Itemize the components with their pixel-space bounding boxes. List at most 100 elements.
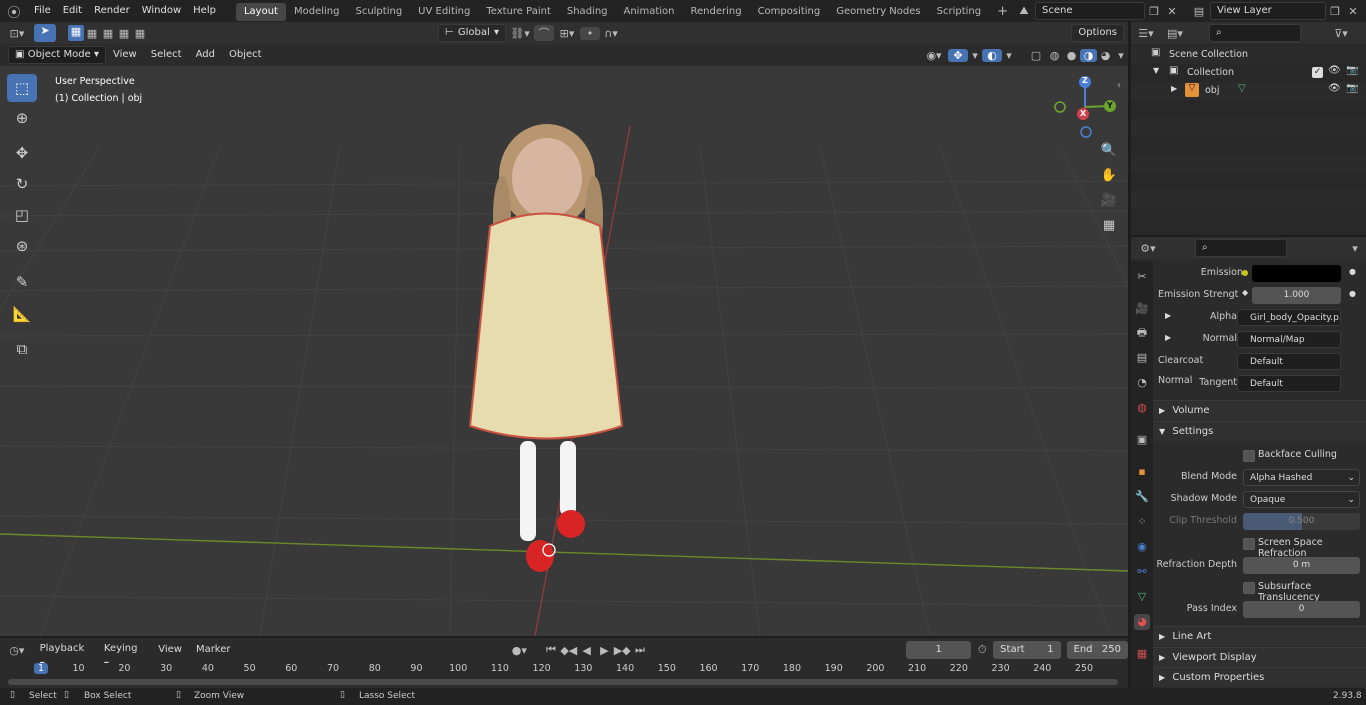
tab-layout[interactable]: Layout <box>235 2 286 21</box>
snap-icon[interactable]: ⌒ <box>534 25 554 41</box>
menu-window[interactable]: Window <box>136 0 187 22</box>
character-model[interactable] <box>468 124 624 572</box>
menu-help[interactable]: Help <box>187 0 222 22</box>
tab-compositing[interactable]: Compositing <box>750 3 829 21</box>
line-art-panel-header[interactable]: ▶ Line Art <box>1153 626 1366 646</box>
editor-type-icon[interactable]: ⊡▾ <box>0 27 34 40</box>
collection-tab-icon[interactable]: ▣ <box>1134 432 1150 448</box>
object-mode-dropdown[interactable]: ▣ Object Mode ▾ <box>8 46 106 64</box>
frame-end-field[interactable]: End 250 <box>1066 641 1128 659</box>
tab-uv-editing[interactable]: UV Editing <box>410 3 478 21</box>
tool-tab-icon[interactable]: ✂ <box>1134 269 1150 285</box>
tool-cursor[interactable]: ⊕ <box>7 104 37 132</box>
ortho-toggle-icon[interactable]: ▦ <box>1097 215 1121 237</box>
timeline-menu-view[interactable]: View <box>151 640 189 660</box>
physics-tab-icon[interactable]: ◉ <box>1134 539 1150 555</box>
shading-wireframe-icon[interactable]: ◍ <box>1046 49 1063 62</box>
frame-start-field[interactable]: Start 1 <box>993 641 1061 659</box>
shading-rendered-icon[interactable]: ◕ <box>1097 49 1114 62</box>
tab-modeling[interactable]: Modeling <box>286 3 348 21</box>
camera-view-icon[interactable]: 🎥 <box>1097 190 1121 212</box>
properties-options-icon[interactable]: ▾ <box>1347 242 1363 255</box>
keyframe-dot-icon[interactable]: ● <box>1349 289 1356 298</box>
jump-start-icon[interactable]: ⏮ <box>542 643 560 657</box>
subsurface-checkbox[interactable] <box>1243 582 1255 594</box>
transform-orientation-dropdown[interactable]: ⊢ Global ▾ <box>438 24 506 42</box>
shading-dropdown-icon[interactable]: ▾ <box>1114 49 1128 62</box>
select-mode-new-icon[interactable]: ▦ <box>68 25 84 41</box>
tool-measure[interactable]: 📐 <box>7 300 37 328</box>
keyframe-dot-icon[interactable]: ● <box>1349 267 1356 276</box>
falloff-icon[interactable]: ∩▾ <box>600 27 622 40</box>
render-tab-icon[interactable]: 🎥 <box>1134 301 1150 317</box>
outliner-editor-type-icon[interactable]: ☰▾ <box>1131 27 1161 40</box>
camera-icon[interactable]: 📷 <box>1346 65 1358 76</box>
emission-color-swatch[interactable] <box>1252 265 1341 282</box>
scene-tab-icon[interactable]: ◔ <box>1134 375 1150 391</box>
3d-viewport[interactable]: User Perspective (1) Collection | obj ⬚ … <box>0 66 1128 636</box>
outliner-search-input[interactable]: ⌕ <box>1209 24 1301 42</box>
select-mode-subtract-icon[interactable]: ▦ <box>100 27 116 40</box>
select-mode-intersect-icon[interactable]: ▦ <box>132 27 148 40</box>
delete-view-layer-icon[interactable]: ✕ <box>1344 5 1362 18</box>
constraints-tab-icon[interactable]: ⚯ <box>1134 564 1150 580</box>
prev-keyframe-icon[interactable]: ◆◀ <box>560 644 578 657</box>
visibility-icon[interactable]: ◉▾ <box>920 49 948 62</box>
blend-mode-dropdown[interactable]: Alpha Hashed ⌄ <box>1243 469 1360 486</box>
particles-tab-icon[interactable]: ⁘ <box>1134 514 1150 530</box>
tool-scale[interactable]: ◰ <box>7 201 37 229</box>
snap-target-icon[interactable]: ⊞▾ <box>554 27 580 40</box>
proportional-edit-icon[interactable]: • <box>580 26 600 40</box>
menu-file[interactable]: File <box>28 0 57 22</box>
pivot-point-icon[interactable]: ⛓▾ <box>506 27 534 40</box>
eye-icon[interactable]: 👁 <box>1328 65 1341 76</box>
tool-annotate[interactable]: ✎ <box>7 268 37 296</box>
options-dropdown[interactable]: Options <box>1071 24 1124 42</box>
exclude-checkbox[interactable]: ✓ <box>1312 67 1323 78</box>
viewport-display-panel-header[interactable]: ▶ Viewport Display <box>1153 647 1366 667</box>
xray-icon[interactable]: ▢ <box>1026 49 1046 62</box>
pan-view-icon[interactable]: ✋ <box>1097 165 1121 187</box>
viewport-menu-object[interactable]: Object <box>222 45 269 65</box>
expand-arrow-icon[interactable]: ▼ <box>1153 66 1159 75</box>
current-frame-field[interactable]: 1 <box>906 641 972 659</box>
play-reverse-icon[interactable]: ◀ <box>578 644 596 657</box>
properties-search-input[interactable]: ⌕ <box>1195 239 1287 257</box>
tool-rotate[interactable]: ↻ <box>7 170 37 198</box>
texture-tab-icon[interactable]: ▦ <box>1134 646 1150 662</box>
filter-icon[interactable]: ⊽▾ <box>1321 27 1361 40</box>
timeline-ruler[interactable]: 1 10 20 30 40 50 60 70 80 90 100 110 120 130 140 150 160… <box>0 663 1128 677</box>
ssr-checkbox[interactable] <box>1243 538 1255 550</box>
auto-keying-icon[interactable]: ●▾ <box>505 644 535 657</box>
tool-select-box[interactable]: ⬚ <box>7 74 37 102</box>
tab-rendering[interactable]: Rendering <box>682 3 749 21</box>
preview-range-icon[interactable]: ⏱ <box>971 643 993 657</box>
jump-end-icon[interactable]: ⏭ <box>631 643 649 657</box>
playback-menu[interactable]: Playback ▾ <box>33 641 98 670</box>
scene-name-field[interactable]: Scene <box>1035 2 1145 20</box>
scene-selector[interactable]: ⛰ Scene ❐ ✕ <box>1013 2 1183 20</box>
viewport-menu-add[interactable]: Add <box>189 45 222 65</box>
tangent-field[interactable]: Default <box>1237 375 1341 392</box>
viewport-menu-select[interactable]: Select <box>144 45 189 65</box>
properties-editor-type-icon[interactable]: ⚙▾ <box>1131 242 1165 255</box>
play-icon[interactable]: ▶ <box>595 644 613 657</box>
tab-texture-paint[interactable]: Texture Paint <box>478 3 559 21</box>
next-keyframe-icon[interactable]: ▶◆ <box>613 644 631 657</box>
outliner-row-collection[interactable]: ▼ ▣ Collection ✓ 👁 📷 <box>1131 64 1366 82</box>
expand-arrow-icon[interactable]: ▶ <box>1171 84 1177 93</box>
camera-icon[interactable]: 📷 <box>1346 83 1358 94</box>
clearcoat-normal-field[interactable]: Default <box>1237 353 1341 370</box>
eye-icon[interactable]: 👁 <box>1328 83 1341 94</box>
new-scene-icon[interactable]: ❐ <box>1145 5 1163 18</box>
outliner-row-scene-collection[interactable]: ▣ Scene Collection <box>1131 46 1366 64</box>
timeline-editor-type-icon[interactable]: ◷▾ <box>0 644 34 657</box>
view-layer-tab-icon[interactable]: ▤ <box>1134 350 1150 366</box>
overlay-dropdown-icon[interactable]: ▾ <box>1002 49 1016 62</box>
gizmo-dropdown-icon[interactable]: ▾ <box>968 49 982 62</box>
modifier-tab-icon[interactable]: 🔧 <box>1134 489 1150 505</box>
sidebar-collapse-icon[interactable]: ‹ <box>1117 80 1121 91</box>
tool-transform[interactable]: ⊛ <box>7 232 37 260</box>
keying-menu[interactable]: Keying ▾ <box>97 641 152 670</box>
overlay-toggle-icon[interactable]: ◐ <box>982 48 1002 62</box>
